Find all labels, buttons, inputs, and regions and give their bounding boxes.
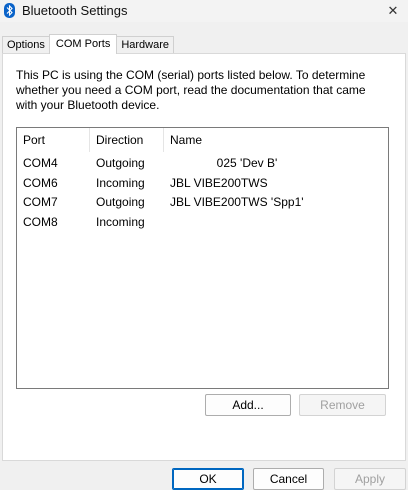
- close-icon: ✕: [387, 3, 399, 18]
- window-title: Bluetooth Settings: [22, 3, 128, 18]
- remove-button[interactable]: Remove: [299, 394, 386, 416]
- tab-hardware[interactable]: Hardware: [116, 36, 175, 54]
- column-header-port[interactable]: Port: [17, 128, 90, 152]
- dialog-footer: OK Cancel Apply: [0, 461, 408, 490]
- apply-button[interactable]: Apply: [334, 468, 406, 490]
- bluetooth-icon: [4, 3, 15, 18]
- cell-direction: Incoming: [96, 175, 145, 190]
- tab-options[interactable]: Options: [2, 36, 50, 54]
- description-text: This PC is using the COM (serial) ports …: [16, 68, 366, 112]
- list-row[interactable]: COM8 Incoming: [17, 213, 388, 233]
- tab-com-ports[interactable]: COM Ports: [48, 34, 118, 54]
- title-bar: Bluetooth Settings ✕: [0, 0, 408, 22]
- cell-port: COM6: [23, 175, 58, 190]
- tab-strip: Options COM Ports Hardware: [2, 34, 175, 54]
- list-row[interactable]: COM6 Incoming JBL VIBE200TWS: [17, 174, 388, 194]
- cell-name: JBL VIBE200TWS: [170, 175, 268, 190]
- cell-direction: Outgoing: [96, 156, 145, 170]
- cell-direction: Incoming: [96, 214, 145, 229]
- list-rows: COM4 Outgoing 025 'Dev B' COM6 Incoming …: [17, 154, 388, 232]
- cell-name: [164, 213, 388, 233]
- list-row[interactable]: COM4 Outgoing 025 'Dev B': [17, 154, 388, 174]
- cell-name: JBL VIBE200TWS 'Spp1': [170, 195, 304, 209]
- cell-port: COM7: [23, 195, 58, 209]
- cancel-button[interactable]: Cancel: [253, 468, 324, 490]
- add-button[interactable]: Add...: [205, 394, 291, 416]
- column-header-direction[interactable]: Direction: [90, 128, 164, 152]
- column-header-name[interactable]: Name: [164, 128, 388, 152]
- ok-button[interactable]: OK: [172, 468, 244, 490]
- cell-name: 025 'Dev B': [170, 156, 278, 170]
- cell-direction: Outgoing: [96, 195, 145, 209]
- com-ports-list[interactable]: Port Direction Name COM4 Outgoing 025 'D…: [16, 127, 389, 389]
- tab-panel: This PC is using the COM (serial) ports …: [2, 53, 406, 461]
- list-row[interactable]: COM7 Outgoing JBL VIBE200TWS 'Spp1': [17, 193, 388, 213]
- list-header: Port Direction Name: [17, 128, 388, 152]
- cell-port: COM8: [23, 214, 58, 229]
- cell-port: COM4: [23, 156, 58, 170]
- close-button[interactable]: ✕: [378, 0, 408, 22]
